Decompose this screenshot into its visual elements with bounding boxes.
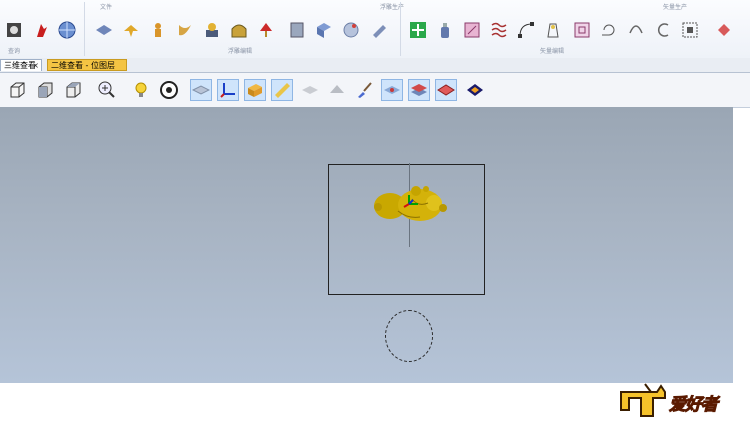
tab-3d-view[interactable]: 三维查看 × <box>0 59 42 71</box>
red-tree-icon[interactable] <box>256 20 276 40</box>
axes-icon[interactable] <box>217 79 239 101</box>
relief-stamp-icon[interactable] <box>202 20 222 40</box>
logo-mark-icon <box>620 383 666 417</box>
ribbon-group-footer: 查询 <box>8 48 21 55</box>
vector-frame-icon[interactable] <box>462 20 482 40</box>
3d-viewport[interactable] <box>0 107 733 383</box>
node-edit-icon[interactable] <box>516 20 536 40</box>
panel-relief-icon[interactable] <box>287 20 307 40</box>
zoom-icon[interactable] <box>96 79 118 101</box>
iso-view-icon[interactable] <box>6 79 28 101</box>
view-toolbar <box>0 73 750 108</box>
cube-relief-icon[interactable] <box>314 20 334 40</box>
grey-plane-icon[interactable] <box>299 79 321 101</box>
green-grid-icon[interactable] <box>408 20 428 40</box>
arch-relief-icon[interactable] <box>229 20 249 40</box>
relief-preview-icon[interactable] <box>4 20 24 40</box>
plane-view-icon[interactable] <box>190 79 212 101</box>
ribbon-separator <box>84 2 85 56</box>
mesh-sphere-icon[interactable] <box>57 20 77 40</box>
eye-settings-icon[interactable] <box>158 79 180 101</box>
color-diamond-icon[interactable] <box>464 79 486 101</box>
layer-stack-icon[interactable] <box>408 79 430 101</box>
top-view-icon[interactable] <box>62 79 84 101</box>
tab-label: 三维查看 <box>4 61 36 70</box>
logo-text: 爱好者 <box>669 395 719 416</box>
gold-angel-icon[interactable] <box>121 20 141 40</box>
grey-relief-icon[interactable] <box>326 79 348 101</box>
front-view-icon[interactable] <box>34 79 56 101</box>
gold-ribbon-icon[interactable] <box>175 20 195 40</box>
gold-surface-icon[interactable] <box>271 79 293 101</box>
layer-blend-icon[interactable] <box>381 79 403 101</box>
tab-2d-bitmap-layer[interactable]: 二维查看 - 位图层 <box>47 59 127 71</box>
grid-select-icon[interactable] <box>572 20 592 40</box>
sphere-relief-icon[interactable] <box>341 20 361 40</box>
sculpt-tool-icon[interactable] <box>370 20 390 40</box>
lightbulb-icon[interactable] <box>130 79 152 101</box>
rotate-vector-icon[interactable] <box>599 20 619 40</box>
view-tabs: 三维查看 × 二维查看 - 位图层 <box>0 58 750 73</box>
offset-vector-icon[interactable] <box>680 20 700 40</box>
dashed-circle-guide <box>385 310 433 362</box>
paint-brush-icon[interactable] <box>353 79 375 101</box>
vector-shape-icon[interactable] <box>543 20 563 40</box>
arc-icon[interactable] <box>653 20 673 40</box>
ribbon-group-title: 矢量生产 <box>663 4 688 11</box>
spray-can-icon[interactable] <box>435 20 455 40</box>
ribbon-toolbar: 文件 查询 浮雕编辑 浮雕生产 矢量生产 矢量编辑 <box>0 0 750 59</box>
vector-tool-icon[interactable] <box>714 20 734 40</box>
watermark-logo: 爱好者 <box>617 380 743 418</box>
relief-block-icon[interactable] <box>244 79 266 101</box>
red-layer-icon[interactable] <box>435 79 457 101</box>
curve-icon[interactable] <box>626 20 646 40</box>
ribbon-separator <box>400 2 401 56</box>
close-icon[interactable]: × <box>32 60 39 72</box>
ribbon-group-footer: 浮雕编辑 <box>228 48 253 55</box>
tab-label: 二维查看 - 位图层 <box>51 61 115 70</box>
diamond-plane-icon[interactable] <box>94 20 114 40</box>
ribbon-group-title: 文件 <box>100 4 113 11</box>
gold-figure-icon[interactable] <box>148 20 168 40</box>
wave-pattern-icon[interactable] <box>489 20 509 40</box>
origin-axes-icon <box>403 195 418 208</box>
red-figure-icon[interactable] <box>31 20 51 40</box>
ribbon-group-footer: 矢量编辑 <box>540 48 565 55</box>
